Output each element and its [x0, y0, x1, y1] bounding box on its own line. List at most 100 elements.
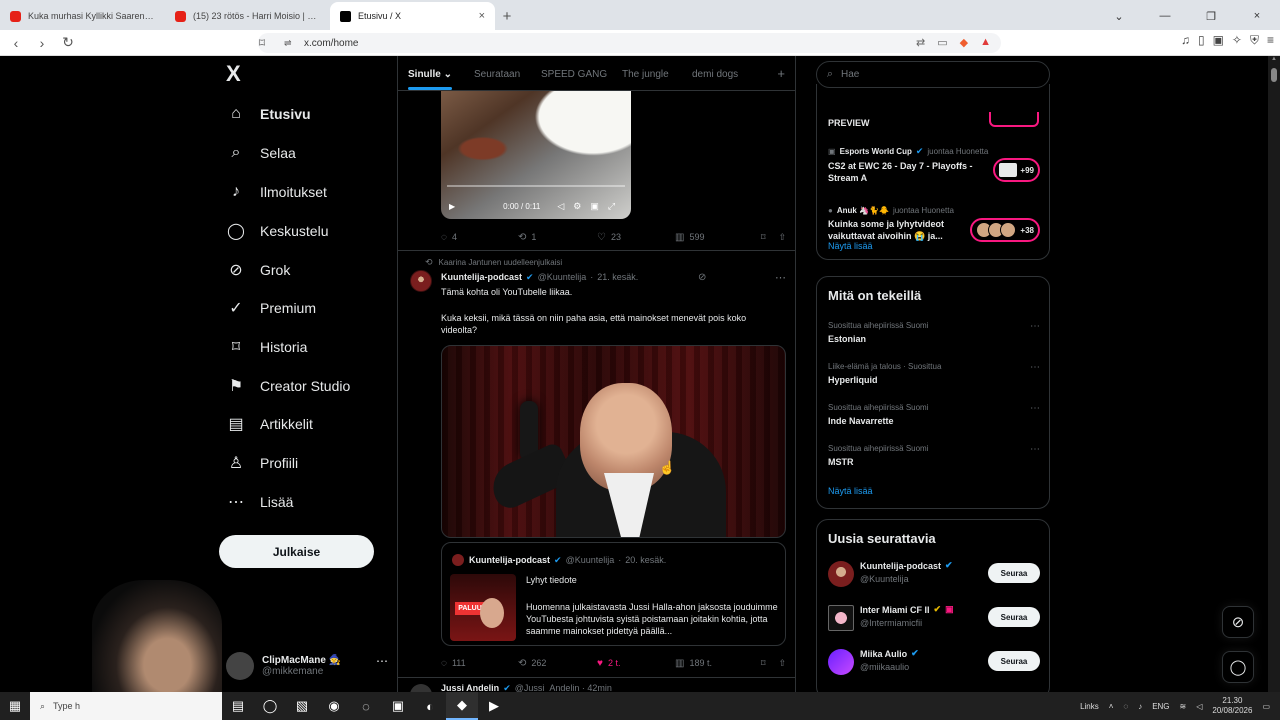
page-scrollbar[interactable]: ▲ [1268, 56, 1280, 692]
live-listener-badge[interactable]: +38 [970, 218, 1040, 242]
more-icon[interactable]: ⋯ [1030, 362, 1040, 373]
browser-tab-x-home[interactable]: Etusivu / X × [330, 2, 495, 30]
steam-icon[interactable]: ◌ [350, 692, 382, 720]
follow-suggestion[interactable]: Kuuntelija-podcast ✔ @Kuuntelija Seuraa [828, 559, 1040, 589]
tab-for-you[interactable]: Sinulle ⌄ [408, 69, 452, 80]
views-button[interactable]: ▥ 189 t. [675, 658, 755, 669]
cast-icon[interactable]: ▭ [937, 36, 947, 49]
editor-icon[interactable]: ▣ [382, 692, 414, 720]
views-button[interactable]: ▥ 599 [675, 232, 755, 243]
opera-icon[interactable]: ◯ [254, 692, 286, 720]
reply-button[interactable]: ◌ 4 [441, 232, 518, 243]
more-icon[interactable]: ⋯ [1030, 321, 1040, 332]
grok-floating-button[interactable]: ⊘ [1222, 606, 1254, 638]
sidebar-item-notifications[interactable]: ♪ Ilmoitukset [226, 177, 327, 207]
tab-demi-dogs[interactable]: demi dogs [692, 69, 738, 80]
previous-tweet-video[interactable]: ▶ 0:00 / 0:11 ◁ ⚙ ▣ ⤢ [441, 91, 631, 219]
follow-suggestion[interactable]: Inter Miami CF II ✔ ▣ @Intermiamicfii Seur… [828, 603, 1040, 633]
network-icon[interactable]: ◌ [1123, 702, 1128, 711]
search-input[interactable] [841, 69, 1036, 80]
taskbar-search[interactable]: ⌕ Type h [30, 692, 222, 720]
paint-icon[interactable]: ▧ [286, 692, 318, 720]
bookmark-icon[interactable]: ⌑ [252, 33, 272, 53]
settings-icon[interactable]: ⚙ [573, 201, 581, 212]
sidebar-item-profile[interactable]: ♙ Profiili [226, 448, 298, 478]
live-listener-badge[interactable]: +99 [993, 158, 1040, 182]
address-text[interactable]: x.com/home [304, 38, 358, 49]
x-logo[interactable]: X [226, 63, 248, 85]
leo-icon[interactable]: ✧ [1232, 33, 1242, 48]
back-icon[interactable]: ‹ [6, 33, 26, 53]
like-button[interactable]: ♥ 2 t. [597, 658, 675, 669]
avatar[interactable] [410, 270, 432, 292]
sidebar-item-creator-studio[interactable]: ⚑ Creator Studio [226, 371, 350, 401]
show-more-link[interactable]: Näytä lisää [828, 241, 873, 251]
language-indicator[interactable]: ENG [1152, 702, 1169, 711]
more-icon[interactable]: ⋯ [1030, 444, 1040, 455]
tab-the-jungle[interactable]: The jungle [622, 69, 669, 80]
menu-icon[interactable]: ≡ [1267, 33, 1274, 48]
fullscreen-icon[interactable]: ⤢ [608, 201, 615, 212]
tab-following[interactable]: Seurataan [474, 69, 520, 80]
minimize-icon[interactable]: — [1142, 10, 1188, 22]
preview-badge[interactable] [989, 112, 1039, 127]
sidebar-item-premium[interactable]: ✓ Premium [226, 293, 316, 323]
tweet-video[interactable] [441, 345, 786, 538]
show-more-link[interactable]: Näytä lisää [828, 486, 873, 496]
browser-tab-youtube-2[interactable]: (15) 23 rötös - Harri Moisio | 24 - Yo..… [165, 2, 330, 30]
links-label[interactable]: Links [1080, 702, 1099, 711]
address-bar[interactable]: ⌑ ⇌ x.com/home ⇄ ▭ ◆ ▲ [258, 33, 1001, 53]
chevron-up-icon[interactable]: ˄ [1109, 702, 1114, 711]
brave-shield-icon[interactable]: ◆ [960, 36, 968, 49]
search-box[interactable]: ⌕ [816, 61, 1050, 88]
scroll-thumb[interactable] [1271, 68, 1277, 82]
more-icon[interactable]: ⋯ [1030, 403, 1040, 414]
windows-start-icon[interactable]: ▦ [0, 692, 30, 720]
player-icon[interactable]: ▶ [478, 692, 510, 720]
tweet-date[interactable]: 21. kesäk. [597, 272, 638, 282]
share-icon[interactable]: ⇧ [778, 658, 786, 669]
site-info-icon[interactable]: ⇌ [284, 38, 294, 48]
messages-floating-button[interactable]: ◯ [1222, 651, 1254, 683]
video-progress-bar[interactable] [447, 185, 625, 187]
sidebar-item-home[interactable]: ⌂ Etusivu [226, 99, 310, 129]
follow-suggestion[interactable]: Miika Aulio ✔ @miikaaulio Seuraa [828, 647, 1040, 677]
trend-item[interactable]: Liike-elämä ja talous · Suosittua Hyperl… [828, 362, 1040, 385]
translate-icon[interactable]: ⇄ [916, 36, 925, 49]
author-handle[interactable]: @Kuuntelija [538, 272, 587, 282]
forward-icon[interactable]: › [32, 33, 52, 53]
chevron-down-icon[interactable]: ⌄ [1096, 10, 1142, 23]
pip-icon[interactable]: ▣ [590, 201, 599, 212]
grok-icon[interactable]: ⊘ [698, 272, 706, 283]
close-window-icon[interactable]: × [1234, 10, 1280, 22]
avatar[interactable] [410, 684, 432, 692]
system-clock[interactable]: 21.30 20/08/2026 [1212, 696, 1252, 716]
restore-icon[interactable]: ❐ [1188, 10, 1234, 23]
discord-icon[interactable]: ◉ [318, 692, 350, 720]
notification-icon[interactable]: ▭ [1262, 702, 1270, 711]
author-name[interactable]: Kuuntelija-podcast [441, 272, 522, 282]
quoted-tweet[interactable]: Kuuntelija-podcast ✔ @Kuuntelija · 20. k… [441, 542, 786, 646]
like-button[interactable]: ♡ 23 [597, 232, 675, 243]
new-tab-button[interactable]: + [495, 2, 519, 30]
sidebar-item-more[interactable]: ⋯ Lisää [226, 487, 293, 517]
wifi-icon[interactable]: ≋ [1180, 702, 1187, 711]
follow-button[interactable]: Seuraa [988, 651, 1040, 671]
speaker-icon[interactable]: ◁ [1196, 702, 1202, 711]
scroll-up-icon[interactable]: ▲ [1271, 56, 1277, 62]
bookmark-icon[interactable]: ⌑ [761, 232, 766, 243]
live-space-item[interactable]: ● Anuk 🦄🐈🐥 juontaa Huonetta Kuinka some … [828, 206, 1040, 242]
volume-icon[interactable]: ♪ [1138, 702, 1142, 711]
follow-button[interactable]: Seuraa [988, 563, 1040, 583]
sidebar-item-bookmarks[interactable]: ⌑ Historia [226, 332, 308, 362]
live-space-item[interactable]: ▣ Esports World Cup ✔ juontaa Huonetta C… [828, 146, 1040, 184]
share-icon[interactable]: ⇧ [778, 232, 786, 243]
repost-button[interactable]: ⟲ 262 [518, 658, 597, 669]
add-tab-icon[interactable]: + [777, 66, 785, 81]
mute-icon[interactable]: ◁ [557, 201, 564, 212]
brave-icon[interactable]: ◆ [446, 692, 478, 720]
author-name[interactable]: Jussi Andelin [441, 683, 499, 692]
edge-icon[interactable]: ◐ [414, 692, 446, 720]
play-icon[interactable]: ▶ [449, 202, 455, 211]
reposted-by[interactable]: Kaarina Jantunen uudelleenjulkaisi [439, 258, 563, 267]
